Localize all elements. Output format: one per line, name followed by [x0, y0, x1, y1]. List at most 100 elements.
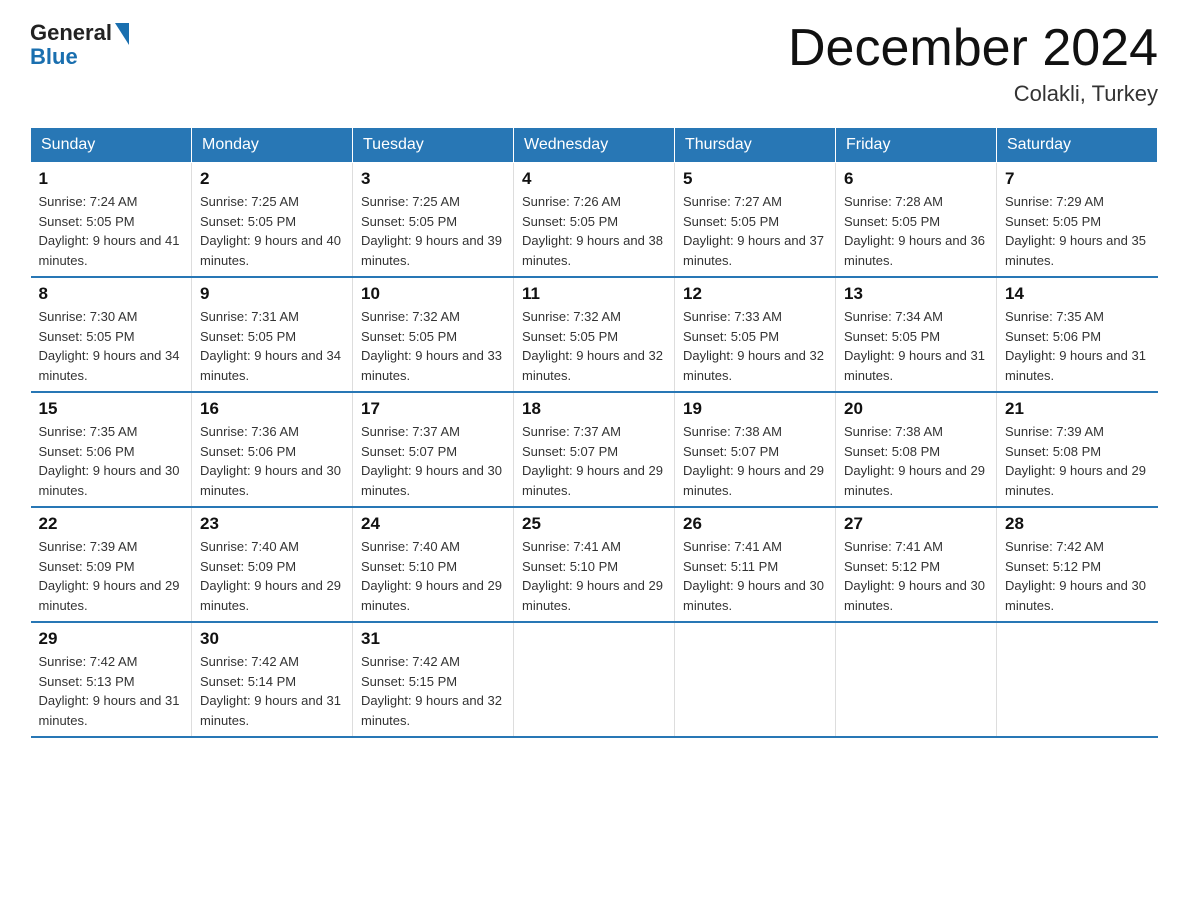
location-subtitle: Colakli, Turkey: [788, 81, 1158, 107]
day-info: Sunrise: 7:41 AMSunset: 5:10 PMDaylight:…: [522, 539, 663, 613]
calendar-cell: 30 Sunrise: 7:42 AMSunset: 5:14 PMDaylig…: [192, 622, 353, 737]
calendar-week-row: 22 Sunrise: 7:39 AMSunset: 5:09 PMDaylig…: [31, 507, 1158, 622]
day-number: 23: [200, 514, 344, 534]
day-info: Sunrise: 7:37 AMSunset: 5:07 PMDaylight:…: [522, 424, 663, 498]
calendar-week-row: 29 Sunrise: 7:42 AMSunset: 5:13 PMDaylig…: [31, 622, 1158, 737]
day-number: 19: [683, 399, 827, 419]
month-year-title: December 2024: [788, 20, 1158, 77]
column-header-thursday: Thursday: [675, 128, 836, 163]
day-info: Sunrise: 7:35 AMSunset: 5:06 PMDaylight:…: [1005, 309, 1146, 383]
day-number: 8: [39, 284, 184, 304]
day-info: Sunrise: 7:25 AMSunset: 5:05 PMDaylight:…: [361, 194, 502, 268]
day-number: 10: [361, 284, 505, 304]
calendar-table: SundayMondayTuesdayWednesdayThursdayFrid…: [30, 127, 1158, 738]
day-number: 3: [361, 169, 505, 189]
calendar-cell: 19 Sunrise: 7:38 AMSunset: 5:07 PMDaylig…: [675, 392, 836, 507]
day-number: 18: [522, 399, 666, 419]
day-number: 28: [1005, 514, 1150, 534]
calendar-cell: 25 Sunrise: 7:41 AMSunset: 5:10 PMDaylig…: [514, 507, 675, 622]
calendar-cell: 17 Sunrise: 7:37 AMSunset: 5:07 PMDaylig…: [353, 392, 514, 507]
day-number: 26: [683, 514, 827, 534]
column-header-sunday: Sunday: [31, 128, 192, 163]
day-number: 29: [39, 629, 184, 649]
calendar-cell: 1 Sunrise: 7:24 AMSunset: 5:05 PMDayligh…: [31, 163, 192, 278]
day-info: Sunrise: 7:42 AMSunset: 5:13 PMDaylight:…: [39, 654, 180, 728]
logo: General Blue: [30, 20, 129, 70]
calendar-cell: 6 Sunrise: 7:28 AMSunset: 5:05 PMDayligh…: [836, 163, 997, 278]
day-number: 15: [39, 399, 184, 419]
day-number: 13: [844, 284, 988, 304]
day-number: 2: [200, 169, 344, 189]
day-number: 7: [1005, 169, 1150, 189]
day-info: Sunrise: 7:26 AMSunset: 5:05 PMDaylight:…: [522, 194, 663, 268]
column-header-saturday: Saturday: [997, 128, 1158, 163]
day-info: Sunrise: 7:34 AMSunset: 5:05 PMDaylight:…: [844, 309, 985, 383]
calendar-cell: 16 Sunrise: 7:36 AMSunset: 5:06 PMDaylig…: [192, 392, 353, 507]
calendar-cell: [836, 622, 997, 737]
column-header-wednesday: Wednesday: [514, 128, 675, 163]
day-info: Sunrise: 7:36 AMSunset: 5:06 PMDaylight:…: [200, 424, 341, 498]
day-info: Sunrise: 7:38 AMSunset: 5:07 PMDaylight:…: [683, 424, 824, 498]
day-number: 31: [361, 629, 505, 649]
calendar-cell: 18 Sunrise: 7:37 AMSunset: 5:07 PMDaylig…: [514, 392, 675, 507]
logo-triangle-icon: [115, 23, 129, 45]
day-info: Sunrise: 7:27 AMSunset: 5:05 PMDaylight:…: [683, 194, 824, 268]
day-info: Sunrise: 7:40 AMSunset: 5:10 PMDaylight:…: [361, 539, 502, 613]
day-info: Sunrise: 7:32 AMSunset: 5:05 PMDaylight:…: [361, 309, 502, 383]
logo-blue-text: Blue: [30, 44, 78, 70]
calendar-cell: [997, 622, 1158, 737]
day-number: 6: [844, 169, 988, 189]
day-number: 30: [200, 629, 344, 649]
calendar-cell: 13 Sunrise: 7:34 AMSunset: 5:05 PMDaylig…: [836, 277, 997, 392]
calendar-cell: 31 Sunrise: 7:42 AMSunset: 5:15 PMDaylig…: [353, 622, 514, 737]
day-number: 16: [200, 399, 344, 419]
calendar-cell: 2 Sunrise: 7:25 AMSunset: 5:05 PMDayligh…: [192, 163, 353, 278]
day-number: 4: [522, 169, 666, 189]
day-info: Sunrise: 7:42 AMSunset: 5:14 PMDaylight:…: [200, 654, 341, 728]
day-info: Sunrise: 7:29 AMSunset: 5:05 PMDaylight:…: [1005, 194, 1146, 268]
calendar-week-row: 1 Sunrise: 7:24 AMSunset: 5:05 PMDayligh…: [31, 163, 1158, 278]
day-info: Sunrise: 7:38 AMSunset: 5:08 PMDaylight:…: [844, 424, 985, 498]
calendar-week-row: 15 Sunrise: 7:35 AMSunset: 5:06 PMDaylig…: [31, 392, 1158, 507]
calendar-cell: 4 Sunrise: 7:26 AMSunset: 5:05 PMDayligh…: [514, 163, 675, 278]
column-header-tuesday: Tuesday: [353, 128, 514, 163]
calendar-cell: 7 Sunrise: 7:29 AMSunset: 5:05 PMDayligh…: [997, 163, 1158, 278]
calendar-cell: 3 Sunrise: 7:25 AMSunset: 5:05 PMDayligh…: [353, 163, 514, 278]
calendar-body: 1 Sunrise: 7:24 AMSunset: 5:05 PMDayligh…: [31, 163, 1158, 738]
day-info: Sunrise: 7:37 AMSunset: 5:07 PMDaylight:…: [361, 424, 502, 498]
calendar-cell: [514, 622, 675, 737]
calendar-cell: 26 Sunrise: 7:41 AMSunset: 5:11 PMDaylig…: [675, 507, 836, 622]
day-number: 24: [361, 514, 505, 534]
day-info: Sunrise: 7:41 AMSunset: 5:11 PMDaylight:…: [683, 539, 824, 613]
day-info: Sunrise: 7:41 AMSunset: 5:12 PMDaylight:…: [844, 539, 985, 613]
day-info: Sunrise: 7:40 AMSunset: 5:09 PMDaylight:…: [200, 539, 341, 613]
calendar-cell: 27 Sunrise: 7:41 AMSunset: 5:12 PMDaylig…: [836, 507, 997, 622]
day-number: 5: [683, 169, 827, 189]
day-info: Sunrise: 7:30 AMSunset: 5:05 PMDaylight:…: [39, 309, 180, 383]
column-header-friday: Friday: [836, 128, 997, 163]
page-header: General Blue December 2024 Colakli, Turk…: [30, 20, 1158, 107]
day-number: 12: [683, 284, 827, 304]
calendar-cell: 5 Sunrise: 7:27 AMSunset: 5:05 PMDayligh…: [675, 163, 836, 278]
calendar-cell: 22 Sunrise: 7:39 AMSunset: 5:09 PMDaylig…: [31, 507, 192, 622]
day-number: 1: [39, 169, 184, 189]
calendar-cell: 10 Sunrise: 7:32 AMSunset: 5:05 PMDaylig…: [353, 277, 514, 392]
calendar-cell: 29 Sunrise: 7:42 AMSunset: 5:13 PMDaylig…: [31, 622, 192, 737]
column-header-monday: Monday: [192, 128, 353, 163]
logo-general-text: General: [30, 20, 112, 46]
calendar-cell: 14 Sunrise: 7:35 AMSunset: 5:06 PMDaylig…: [997, 277, 1158, 392]
calendar-cell: 24 Sunrise: 7:40 AMSunset: 5:10 PMDaylig…: [353, 507, 514, 622]
calendar-cell: 15 Sunrise: 7:35 AMSunset: 5:06 PMDaylig…: [31, 392, 192, 507]
day-info: Sunrise: 7:33 AMSunset: 5:05 PMDaylight:…: [683, 309, 824, 383]
day-info: Sunrise: 7:25 AMSunset: 5:05 PMDaylight:…: [200, 194, 341, 268]
day-info: Sunrise: 7:24 AMSunset: 5:05 PMDaylight:…: [39, 194, 180, 268]
day-info: Sunrise: 7:35 AMSunset: 5:06 PMDaylight:…: [39, 424, 180, 498]
day-number: 17: [361, 399, 505, 419]
day-number: 27: [844, 514, 988, 534]
calendar-cell: 12 Sunrise: 7:33 AMSunset: 5:05 PMDaylig…: [675, 277, 836, 392]
day-number: 25: [522, 514, 666, 534]
day-info: Sunrise: 7:39 AMSunset: 5:09 PMDaylight:…: [39, 539, 180, 613]
day-number: 20: [844, 399, 988, 419]
calendar-week-row: 8 Sunrise: 7:30 AMSunset: 5:05 PMDayligh…: [31, 277, 1158, 392]
day-number: 22: [39, 514, 184, 534]
